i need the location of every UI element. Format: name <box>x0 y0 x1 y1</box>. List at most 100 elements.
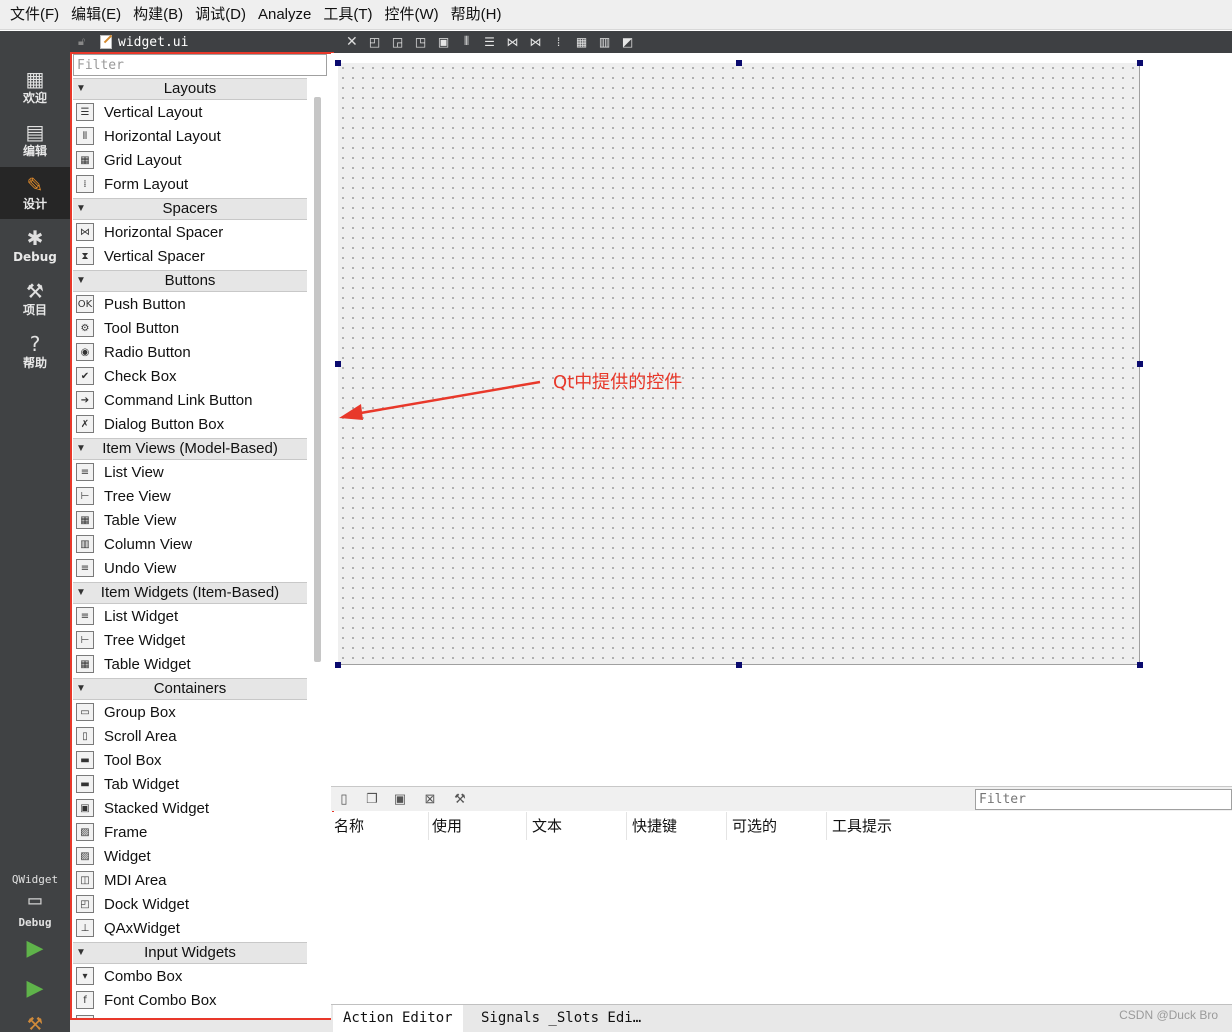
action-filter-input[interactable] <box>975 789 1232 810</box>
category-header[interactable]: ▼ Buttons <box>73 270 307 292</box>
widget-item[interactable]: ◫ MDI Area <box>73 868 307 892</box>
menu-edit[interactable]: 编辑(E) <box>65 0 127 30</box>
widget-item[interactable]: ☰ Vertical Layout <box>73 100 307 124</box>
widget-item[interactable]: ▬ Tool Box <box>73 748 307 772</box>
menu-analyze[interactable]: Analyze <box>252 0 317 30</box>
menu-tools[interactable]: 工具(T) <box>317 0 378 30</box>
edit-widgets-icon[interactable]: ◰ <box>366 33 383 50</box>
run-icon[interactable]: ▶ <box>22 935 48 961</box>
widget-item[interactable]: ✗ Dialog Button Box <box>73 412 307 436</box>
widget-item[interactable]: ▨ Frame <box>73 820 307 844</box>
edit-buddies-icon[interactable]: ◳ <box>412 33 429 50</box>
resize-handle[interactable] <box>1137 60 1143 66</box>
resize-handle[interactable] <box>736 60 742 66</box>
widget-item[interactable]: ⊢ Tree View <box>73 484 307 508</box>
widget-item[interactable]: ⦀ Horizontal Layout <box>73 124 307 148</box>
widget-item[interactable]: ≡ List Widget <box>73 604 307 628</box>
new-action-icon[interactable]: ▯ <box>335 790 353 808</box>
widget-item[interactable]: f Font Combo Box <box>73 988 307 1012</box>
layout-grid-icon[interactable]: ▦ <box>573 33 590 50</box>
mode-debug[interactable]: ✱ Debug <box>0 220 70 272</box>
widget-item[interactable]: ≡ List View <box>73 460 307 484</box>
widget-item[interactable]: OK Push Button <box>73 292 307 316</box>
widget-item[interactable]: ✔ Check Box <box>73 364 307 388</box>
close-icon[interactable]: ✕ <box>346 33 358 50</box>
column-header-used[interactable]: 使用 <box>429 812 527 840</box>
build-hammer-icon[interactable]: ⚒ <box>22 1011 48 1032</box>
mode-edit[interactable]: ▤ 编辑 <box>0 114 70 166</box>
layout-form-icon[interactable]: ⁞ <box>550 33 567 50</box>
layout-horizontal-icon[interactable]: ⦀ <box>458 33 475 50</box>
layout-v-splitter-icon[interactable]: ⋈ <box>527 33 544 50</box>
debug-run-icon[interactable]: ▶ <box>22 975 48 1001</box>
widget-item[interactable]: ⋈ Horizontal Spacer <box>73 220 307 244</box>
widget-item[interactable]: ⚙ Tool Button <box>73 316 307 340</box>
copy-action-icon[interactable]: ❐ <box>363 790 381 808</box>
annotation-arrow <box>339 380 541 420</box>
column-header-text[interactable]: 文本 <box>529 812 627 840</box>
menu-build[interactable]: 构建(B) <box>127 0 189 30</box>
edit-tab-order-icon[interactable]: ▣ <box>435 33 452 50</box>
widget-item[interactable]: ▦ Grid Layout <box>73 148 307 172</box>
resize-handle[interactable] <box>335 361 341 367</box>
break-layout-icon[interactable]: ▥ <box>596 33 613 50</box>
menu-help[interactable]: 帮助(H) <box>445 0 508 30</box>
tab-signals-slots-editor[interactable]: Signals _Slots Edi… <box>471 1005 651 1032</box>
widget-item[interactable]: ▾ Combo Box <box>73 964 307 988</box>
column-header-name[interactable]: 名称 <box>331 812 429 840</box>
configure-icon[interactable]: ⚒ <box>451 790 469 808</box>
form-canvas[interactable] <box>338 63 1140 665</box>
widget-item[interactable]: ▬ Tab Widget <box>73 772 307 796</box>
resize-handle[interactable] <box>1137 662 1143 668</box>
document-tab[interactable]: widget.ui <box>100 35 188 50</box>
kit-selector[interactable]: QWidget ▭ Debug <box>0 873 70 929</box>
widget-item[interactable]: ▭ Group Box <box>73 700 307 724</box>
category-header[interactable]: ▼ Spacers <box>73 198 307 220</box>
menu-debug[interactable]: 调试(D) <box>189 0 252 30</box>
category-header[interactable]: ▼ Layouts <box>73 78 307 100</box>
widget-item[interactable]: ➔ Command Link Button <box>73 388 307 412</box>
delete-action-icon[interactable]: ⊠ <box>421 790 439 808</box>
resize-handle[interactable] <box>1137 361 1143 367</box>
widget-item[interactable]: ≡ Undo View <box>73 556 307 580</box>
category-header[interactable]: ▼ Containers <box>73 678 307 700</box>
widget-item[interactable]: ▦ Table Widget <box>73 652 307 676</box>
widget-item[interactable]: ⊢ Tree Widget <box>73 628 307 652</box>
resize-handle[interactable] <box>335 60 341 66</box>
column-header-tooltip[interactable]: 工具提示 <box>829 812 927 840</box>
widget-item[interactable]: ▭ Line Edit <box>73 1012 307 1019</box>
tab-action-editor[interactable]: Action Editor <box>333 1005 463 1032</box>
paste-action-icon[interactable]: ▣ <box>391 790 409 808</box>
mode-projects[interactable]: ⚒ 项目 <box>0 273 70 325</box>
mode-welcome[interactable]: ▦ 欢迎 <box>0 61 70 113</box>
mode-help[interactable]: ? 帮助 <box>0 326 70 378</box>
resize-handle[interactable] <box>736 662 742 668</box>
widget-item[interactable]: ⁞ Form Layout <box>73 172 307 196</box>
column-header-checkable[interactable]: 可选的 <box>729 812 827 840</box>
widget-box-scrollbar[interactable] <box>314 97 321 662</box>
category-header[interactable]: ▼ Input Widgets <box>73 942 307 964</box>
menu-file[interactable]: 文件(F) <box>4 0 65 30</box>
adjust-size-icon[interactable]: ◩ <box>619 33 636 50</box>
widget-item[interactable]: ▣ Stacked Widget <box>73 796 307 820</box>
widget-item[interactable]: ⧗ Vertical Spacer <box>73 244 307 268</box>
resize-handle[interactable] <box>335 662 341 668</box>
widget-item[interactable]: ◰ Dock Widget <box>73 892 307 916</box>
menu-widgets[interactable]: 控件(W) <box>379 0 445 30</box>
edit-signals-icon[interactable]: ◲ <box>389 33 406 50</box>
widget-item[interactable]: ◉ Radio Button <box>73 340 307 364</box>
widget-item-label: Tree View <box>104 487 171 505</box>
widget-item[interactable]: ▥ Column View <box>73 532 307 556</box>
layout-vertical-icon[interactable]: ☰ <box>481 33 498 50</box>
layout-h-splitter-icon[interactable]: ⋈ <box>504 33 521 50</box>
widget-item[interactable]: ▨ Widget <box>73 844 307 868</box>
widget-item[interactable]: ⊥ QAxWidget <box>73 916 307 940</box>
widget-filter-input[interactable] <box>73 54 327 76</box>
category-header[interactable]: ▼ Item Views (Model-Based) <box>73 438 307 460</box>
widget-item[interactable]: ▯ Scroll Area <box>73 724 307 748</box>
column-header-shortcut[interactable]: 快捷键 <box>629 812 727 840</box>
category-header[interactable]: ▼ Item Widgets (Item-Based) <box>73 582 307 604</box>
widget-item[interactable]: ▦ Table View <box>73 508 307 532</box>
widget-item-label: Horizontal Spacer <box>104 223 224 241</box>
mode-design[interactable]: ✎ 设计 <box>0 167 70 219</box>
